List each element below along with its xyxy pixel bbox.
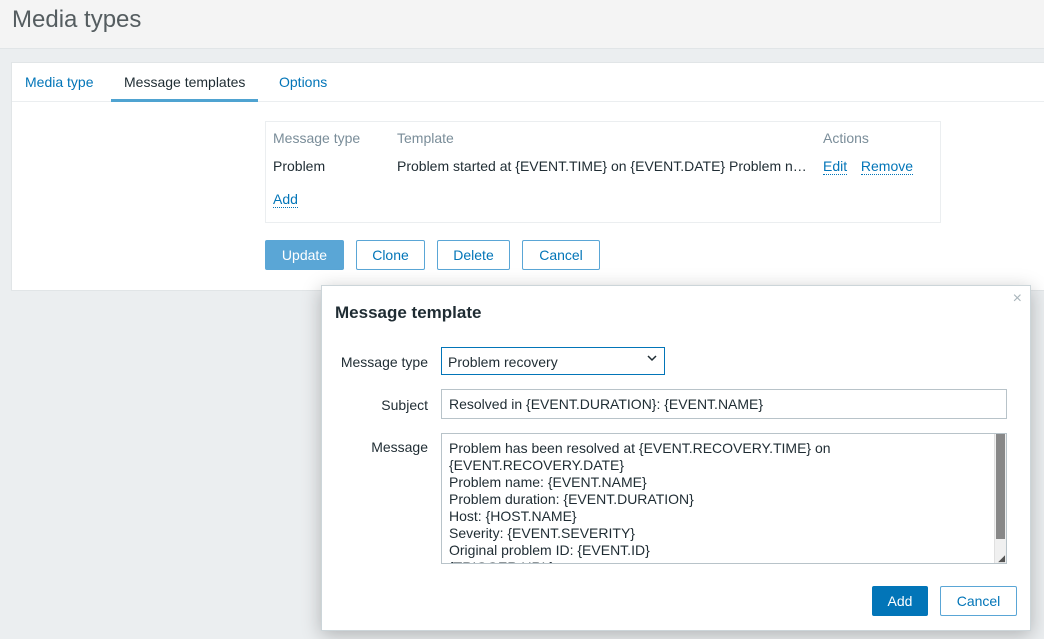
row-template: Problem started at {EVENT.TIME} on {EVEN… bbox=[397, 158, 813, 174]
remove-link[interactable]: Remove bbox=[860, 158, 914, 175]
message-text: Problem has been resolved at {EVENT.RECO… bbox=[449, 440, 831, 563]
scrollbar-thumb[interactable] bbox=[996, 434, 1005, 539]
message-type-select[interactable]: Problem recovery bbox=[441, 347, 665, 375]
edit-link[interactable]: Edit bbox=[823, 158, 848, 175]
subject-input[interactable]: Resolved in {EVENT.DURATION}: {EVENT.NAM… bbox=[441, 389, 1007, 419]
subject-label: Subject bbox=[381, 397, 428, 413]
message-templates-table: Message type Template Actions Problem Pr… bbox=[265, 121, 941, 223]
media-type-panel: Media type Message templates Options Mes… bbox=[11, 62, 1044, 291]
message-label: Message bbox=[371, 439, 428, 455]
close-icon[interactable]: × bbox=[1013, 290, 1022, 308]
message-template-dialog: Message template × Message type Problem … bbox=[321, 285, 1031, 631]
delete-button[interactable]: Delete bbox=[437, 240, 510, 270]
row-actions: Edit Remove bbox=[823, 158, 914, 175]
chevron-down-icon bbox=[646, 352, 658, 367]
cancel-button[interactable]: Cancel bbox=[522, 240, 600, 270]
dialog-title: Message template bbox=[335, 303, 482, 322]
dialog-add-button[interactable]: Add bbox=[872, 586, 928, 616]
column-header-message-type: Message type bbox=[273, 130, 361, 146]
resize-handle-icon[interactable]: ◢ bbox=[998, 553, 1005, 563]
page-title: Media types bbox=[12, 6, 142, 33]
message-textarea[interactable]: Problem has been resolved at {EVENT.RECO… bbox=[441, 433, 1007, 564]
column-header-actions: Actions bbox=[823, 130, 869, 146]
add-template-link[interactable]: Add bbox=[273, 191, 298, 208]
add-template-row: Add bbox=[273, 191, 298, 208]
tab-options[interactable]: Options bbox=[266, 63, 340, 99]
row-message-type: Problem bbox=[273, 158, 326, 174]
tab-message-templates[interactable]: Message templates bbox=[111, 63, 259, 102]
tab-bar: Media type Message templates Options bbox=[12, 63, 1044, 102]
page-header bbox=[0, 0, 1044, 49]
update-button[interactable]: Update bbox=[265, 240, 344, 270]
tab-media-type[interactable]: Media type bbox=[12, 63, 106, 99]
dialog-cancel-button[interactable]: Cancel bbox=[940, 586, 1017, 616]
textarea-scrollbar[interactable] bbox=[994, 434, 1006, 563]
clone-button[interactable]: Clone bbox=[356, 240, 425, 270]
column-header-template: Template bbox=[397, 130, 454, 146]
message-type-value: Problem recovery bbox=[448, 354, 558, 370]
message-type-label: Message type bbox=[340, 354, 428, 370]
